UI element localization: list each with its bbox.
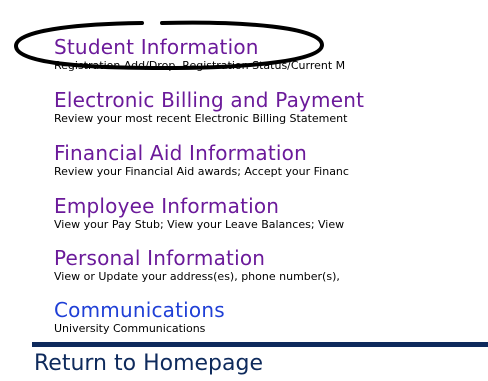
financial-aid-link[interactable]: Financial Aid Information [54, 141, 488, 165]
menu-item-personal-information: Personal Information View or Update your… [54, 246, 488, 284]
communications-link[interactable]: Communications [54, 298, 488, 322]
student-information-link[interactable]: Student Information [54, 35, 488, 59]
menu-item-communications: Communications University Communications [54, 298, 488, 336]
communications-description: University Communications [54, 322, 206, 335]
employee-information-description: View your Pay Stub; View your Leave Bala… [54, 218, 345, 231]
menu-item-employee-information: Employee Information View your Pay Stub;… [54, 194, 488, 232]
personal-information-description: View or Update your address(es), phone n… [54, 270, 340, 283]
menu-item-financial-aid: Financial Aid Information Review your Fi… [54, 141, 488, 179]
personal-information-link[interactable]: Personal Information [54, 246, 488, 270]
return-to-homepage-link[interactable]: Return to Homepage [34, 350, 263, 378]
electronic-billing-description: Review your most recent Electronic Billi… [54, 112, 348, 125]
footer-divider [32, 342, 488, 347]
menu-item-student-information: Student Information Registration Add/Dro… [54, 35, 488, 73]
financial-aid-description: Review your Financial Aid awards; Accept… [54, 165, 349, 178]
employee-information-link[interactable]: Employee Information [54, 194, 488, 218]
electronic-billing-link[interactable]: Electronic Billing and Payment [54, 88, 488, 112]
menu-item-electronic-billing: Electronic Billing and Payment Review yo… [54, 88, 488, 126]
student-information-description: Registration Add/Drop, Registration Stat… [54, 59, 346, 72]
